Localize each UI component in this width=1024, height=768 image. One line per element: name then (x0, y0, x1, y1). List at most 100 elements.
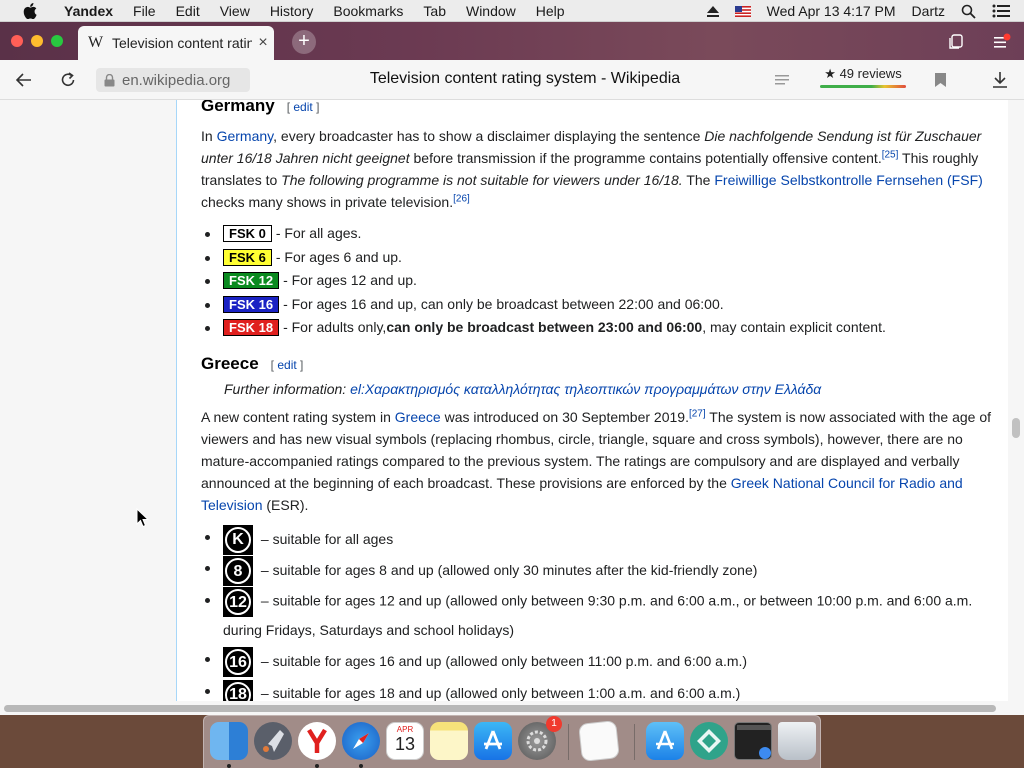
rating-k-symbol: K (225, 526, 251, 553)
reload-icon[interactable] (56, 68, 80, 92)
ref-25[interactable]: [25] (882, 149, 899, 160)
further-label: Further information: (224, 380, 351, 397)
yandex-icon[interactable] (298, 722, 336, 760)
edit-link-text[interactable]: edit (293, 100, 312, 114)
calendar-month: APR (396, 725, 414, 734)
textedit-icon[interactable] (578, 720, 620, 762)
finder-icon[interactable] (210, 722, 248, 760)
reviews-text: ★ 49 reviews (824, 66, 902, 81)
edit-link-text[interactable]: edit (277, 358, 296, 372)
rating-16-symbol: 16 (225, 649, 251, 676)
spotlight-search-icon[interactable] (953, 4, 984, 19)
zoom-window-icon[interactable] (51, 35, 63, 47)
horizontal-scrollbar-thumb[interactable] (4, 705, 996, 712)
tab-wikipedia[interactable]: W Television content rating system - Wik… (78, 26, 274, 60)
safari-icon[interactable] (342, 722, 380, 760)
list-item-fsk-12: FSK 12 - For ages 12 and up. (201, 269, 991, 293)
fsk-18-badge: FSK 18 (223, 319, 280, 337)
greek-ratings-list: K – suitable for all ages 8 – suitable f… (201, 524, 991, 701)
text-span: A new content rating system in (201, 408, 395, 425)
close-window-icon[interactable] (11, 35, 23, 47)
url-field[interactable]: en.wikipedia.org (96, 68, 250, 92)
apple-icon[interactable] (20, 1, 40, 21)
fsk-6-desc: - For ages 6 and up. (275, 248, 402, 265)
address-bar: en.wikipedia.org Television content rati… (0, 60, 1024, 100)
menu-help[interactable]: Help (526, 3, 575, 19)
system-preferences-icon[interactable]: 1 (518, 716, 562, 760)
rating-18-icon: 18 (223, 679, 253, 701)
tabs-overview-icon[interactable] (944, 30, 968, 54)
minimize-window-icon[interactable] (31, 35, 43, 47)
fsk-18-bold: can only be broadcast between 23:00 and … (386, 319, 703, 336)
terminal-icon[interactable] (734, 722, 772, 760)
dock: APR 13 1 (203, 715, 821, 768)
greece-edit-link[interactable]: [ edit ] (271, 358, 304, 372)
browser-menu-icon[interactable] (990, 30, 1014, 54)
mouse-cursor-icon (136, 508, 150, 528)
menu-user[interactable]: Dartz (904, 3, 953, 19)
launchpad-icon[interactable] (254, 722, 292, 760)
greek-8-desc: – suitable for ages 8 and up (allowed on… (257, 561, 758, 578)
menu-view[interactable]: View (210, 3, 260, 19)
control-center-icon[interactable] (984, 4, 1024, 18)
bookmark-icon[interactable] (928, 68, 952, 92)
notes-icon[interactable] (430, 722, 468, 760)
list-item-fsk-6: FSK 6 - For ages 6 and up. (201, 246, 991, 270)
vertical-scrollbar-thumb[interactable] (1012, 418, 1020, 438)
menu-edit[interactable]: Edit (166, 3, 210, 19)
reviews-rating-bar (820, 85, 906, 88)
greece-heading-text: Greece (201, 353, 259, 373)
greek-k-desc: – suitable for all ages (257, 530, 394, 547)
menu-app-name[interactable]: Yandex (50, 3, 123, 19)
back-arrow-icon[interactable] (12, 68, 36, 92)
ref-26[interactable]: [26] (453, 193, 470, 204)
further-information: Further information: el:Χαρακτηρισμός κα… (201, 378, 991, 400)
list-item-fsk-18: FSK 18 - For adults only, can only be br… (201, 316, 991, 340)
eject-icon[interactable] (699, 5, 727, 17)
new-tab-button[interactable]: + (292, 30, 316, 54)
link-greece[interactable]: Greece (395, 409, 441, 425)
menu-datetime[interactable]: Wed Apr 13 4:17 PM (759, 3, 904, 19)
reader-mode-icon[interactable] (770, 68, 794, 92)
trash-icon[interactable] (778, 722, 816, 760)
list-item-greek-8: 8 – suitable for ages 8 and up (allowed … (201, 555, 991, 587)
link-germany[interactable]: Germany (217, 128, 274, 144)
text-span: The (682, 172, 715, 188)
reviews-widget[interactable]: ★ 49 reviews (820, 66, 906, 94)
calendar-icon[interactable]: APR 13 (386, 722, 424, 760)
text-span: , every broadcaster has to show a discla… (273, 128, 705, 144)
menu-window[interactable]: Window (456, 3, 526, 19)
greek-12-desc: – suitable for ages 12 and up (allowed o… (223, 592, 973, 639)
section-heading-germany: Germany [ edit ] (201, 100, 991, 122)
fsk-18-tail: , may contain explicit content. (702, 319, 886, 336)
url-text: en.wikipedia.org (122, 71, 231, 89)
downloads-icon[interactable] (646, 722, 684, 760)
rating-16-icon: 16 (223, 647, 253, 678)
germany-edit-link[interactable]: [ edit ] (287, 100, 320, 114)
fsk-18-desc: - For adults only, (283, 319, 387, 336)
ref-27[interactable]: [27] (689, 408, 706, 419)
menu-file[interactable]: File (123, 3, 166, 19)
window-controls (11, 35, 63, 47)
fsk-0-desc: - For all ages. (275, 225, 362, 242)
fsk-12-desc: - For ages 12 and up. (283, 272, 417, 289)
horizontal-scrollbar[interactable] (0, 701, 1024, 715)
vpn-icon[interactable] (690, 722, 728, 760)
fsk-ratings-list: FSK 0 - For all ages. FSK 6 - For ages 6… (201, 222, 991, 340)
page-content: Germany [ edit ] In Germany, every broad… (0, 100, 1024, 701)
yandex-running-dot (315, 764, 319, 768)
link-further-info[interactable]: el:Χαρακτηρισμός καταλληλότητας τηλεοπτι… (350, 381, 821, 397)
download-icon[interactable] (988, 68, 1012, 92)
menu-bookmarks[interactable]: Bookmarks (323, 3, 413, 19)
finder-running-dot (227, 764, 231, 768)
us-flag-icon[interactable] (727, 5, 759, 17)
rating-12-symbol: 12 (225, 589, 251, 616)
rating-k-icon: K (223, 524, 253, 555)
menu-history[interactable]: History (260, 3, 324, 19)
link-fsf[interactable]: Freiwillige Selbstkontrolle Fernsehen (F… (714, 172, 982, 188)
rating-8-icon: 8 (223, 556, 253, 587)
tab-close-icon[interactable]: × (252, 34, 274, 52)
app-store-icon[interactable] (474, 722, 512, 760)
menu-tab[interactable]: Tab (413, 3, 456, 19)
fsk-16-desc: - For ages 16 and up, can only be broadc… (283, 295, 724, 312)
